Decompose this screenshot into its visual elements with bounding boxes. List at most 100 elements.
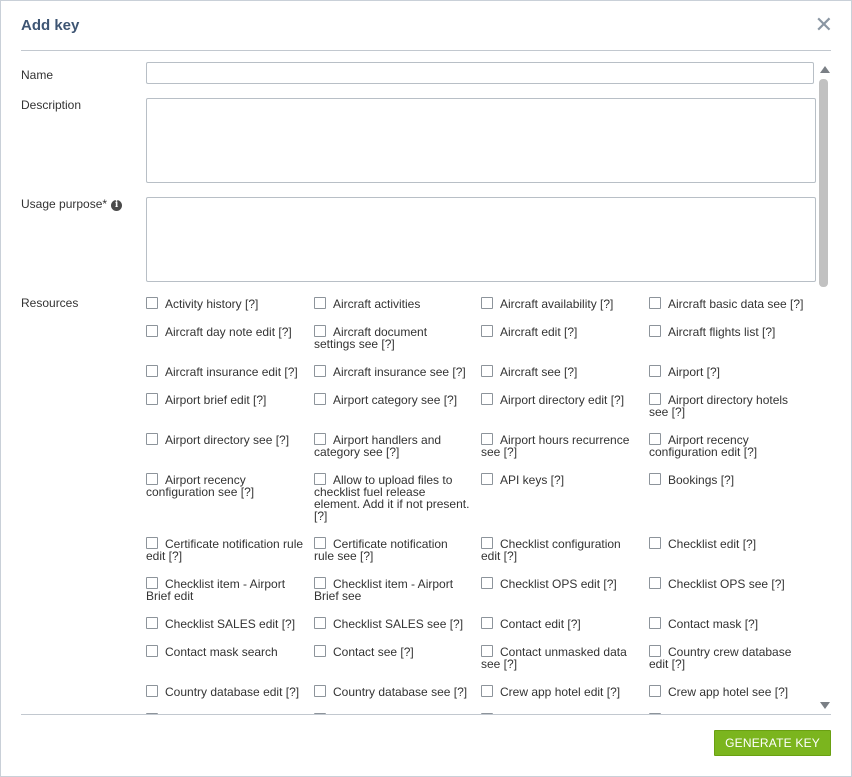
resource-checkbox[interactable] xyxy=(649,617,661,629)
resource-checkbox-item[interactable]: Certificate notification rule see [?] xyxy=(314,534,481,574)
resource-checkbox-item[interactable]: Checklist configuration edit [?] xyxy=(481,534,649,574)
resource-checkbox-item[interactable]: Airport [?] xyxy=(649,362,816,390)
resource-checkbox[interactable] xyxy=(481,617,493,629)
resource-checkbox[interactable] xyxy=(481,473,493,485)
resource-checkbox-item[interactable]: Airport directory see [?] xyxy=(146,430,314,470)
resource-checkbox-item[interactable]: Contact see [?] xyxy=(314,642,481,682)
name-input[interactable] xyxy=(146,62,814,84)
generate-key-button[interactable]: GENERATE KEY xyxy=(714,730,831,756)
resource-checkbox[interactable] xyxy=(481,537,493,549)
resource-checkbox[interactable] xyxy=(481,433,493,445)
resource-checkbox[interactable] xyxy=(146,577,158,589)
resource-checkbox[interactable] xyxy=(314,325,326,337)
resource-checkbox[interactable] xyxy=(649,433,661,445)
resource-checkbox[interactable] xyxy=(314,645,326,657)
scroll-up-arrow-icon[interactable] xyxy=(820,66,830,73)
resource-checkbox-item[interactable]: Aircraft day note edit [?] xyxy=(146,322,314,362)
resource-checkbox-item[interactable]: Allow to upload files to checklist fuel … xyxy=(314,470,481,534)
resource-checkbox[interactable] xyxy=(649,325,661,337)
resource-checkbox[interactable] xyxy=(649,297,661,309)
resource-checkbox-item[interactable]: Country database see [?] xyxy=(314,682,481,710)
resource-checkbox[interactable] xyxy=(314,685,326,697)
resource-checkbox[interactable] xyxy=(146,537,158,549)
vertical-scrollbar[interactable] xyxy=(818,63,831,713)
resource-checkbox[interactable] xyxy=(481,645,493,657)
resource-checkbox-item[interactable]: Aircraft basic data see [?] xyxy=(649,294,816,322)
close-icon[interactable]: ✕ xyxy=(815,13,833,37)
resource-checkbox-item[interactable]: Airport brief edit [?] xyxy=(146,390,314,430)
resource-checkbox-item[interactable]: Contact unmasked data see [?] xyxy=(481,642,649,682)
resource-checkbox-item[interactable]: Aircraft insurance edit [?] xyxy=(146,362,314,390)
resource-checkbox-item[interactable]: Checklist SALES edit [?] xyxy=(146,614,314,642)
resource-checkbox[interactable] xyxy=(146,617,158,629)
dialog-body: Name Description Usage purpose* i Resourc… xyxy=(1,51,817,714)
resource-checkbox-item[interactable]: API keys [?] xyxy=(481,470,649,534)
resource-checkbox-item[interactable]: Country database edit [?] xyxy=(146,682,314,710)
resource-checkbox[interactable] xyxy=(314,617,326,629)
resource-checkbox[interactable] xyxy=(146,297,158,309)
resource-checkbox-item[interactable]: Checklist OPS edit [?] xyxy=(481,574,649,614)
resource-checkbox-item[interactable]: Airport handlers and category see [?] xyxy=(314,430,481,470)
resource-checkbox[interactable] xyxy=(314,297,326,309)
resource-checkbox-item[interactable]: Aircraft document settings see [?] xyxy=(314,322,481,362)
resource-checkbox-item[interactable]: Aircraft activities xyxy=(314,294,481,322)
resource-checkbox-item[interactable]: Crew app hotel edit [?] xyxy=(481,682,649,710)
resource-checkbox[interactable] xyxy=(649,365,661,377)
resource-checkbox[interactable] xyxy=(314,473,326,485)
resource-checkbox[interactable] xyxy=(649,393,661,405)
resource-checkbox[interactable] xyxy=(481,685,493,697)
resource-checkbox[interactable] xyxy=(649,577,661,589)
resource-checkbox[interactable] xyxy=(314,537,326,549)
info-icon[interactable]: i xyxy=(111,200,123,211)
resource-checkbox-item[interactable]: Airport recency configuration edit [?] xyxy=(649,430,816,470)
resource-checkbox-item[interactable]: Contact mask [?] xyxy=(649,614,816,642)
resource-checkbox[interactable] xyxy=(481,393,493,405)
resource-checkbox[interactable] xyxy=(649,645,661,657)
resource-checkbox[interactable] xyxy=(314,433,326,445)
resource-checkbox-item[interactable]: Certificate notification rule edit [?] xyxy=(146,534,314,574)
resource-checkbox[interactable] xyxy=(481,325,493,337)
resource-checkbox-item[interactable]: Contact edit [?] xyxy=(481,614,649,642)
resource-checkbox-item[interactable]: Aircraft availability [?] xyxy=(481,294,649,322)
resource-checkbox-item[interactable]: Airport recency configuration see [?] xyxy=(146,470,314,534)
resource-checkbox-item[interactable]: Aircraft insurance see [?] xyxy=(314,362,481,390)
resource-checkbox[interactable] xyxy=(146,473,158,485)
resource-checkbox-item[interactable]: Crew app hotel see [?] xyxy=(649,682,816,710)
resource-checkbox[interactable] xyxy=(314,577,326,589)
resource-checkbox-item[interactable]: Checklist item - Airport Brief edit xyxy=(146,574,314,614)
resource-checkbox-item[interactable]: Contact mask search xyxy=(146,642,314,682)
usage-purpose-textarea[interactable] xyxy=(146,197,816,282)
resource-checkbox-item[interactable]: Airport hours recurrence see [?] xyxy=(481,430,649,470)
resource-checkbox[interactable] xyxy=(314,365,326,377)
description-textarea[interactable] xyxy=(146,98,816,183)
resource-label: Aircraft edit [?] xyxy=(500,325,578,339)
resource-checkbox[interactable] xyxy=(481,365,493,377)
resource-checkbox[interactable] xyxy=(146,685,158,697)
resource-checkbox-item[interactable]: Airport directory edit [?] xyxy=(481,390,649,430)
resource-checkbox-item[interactable]: Checklist item - Airport Brief see xyxy=(314,574,481,614)
resource-checkbox[interactable] xyxy=(146,325,158,337)
resource-checkbox-item[interactable]: Bookings [?] xyxy=(649,470,816,534)
resource-checkbox-item[interactable]: Activity history [?] xyxy=(146,294,314,322)
scroll-down-arrow-icon[interactable] xyxy=(820,702,830,709)
resource-checkbox[interactable] xyxy=(649,473,661,485)
resource-checkbox[interactable] xyxy=(146,365,158,377)
resource-checkbox[interactable] xyxy=(314,393,326,405)
resource-checkbox[interactable] xyxy=(481,297,493,309)
resource-checkbox[interactable] xyxy=(481,577,493,589)
resource-checkbox-item[interactable]: Aircraft flights list [?] xyxy=(649,322,816,362)
resource-checkbox-item[interactable]: Airport directory hotels see [?] xyxy=(649,390,816,430)
scroll-thumb[interactable] xyxy=(819,79,828,287)
resource-checkbox[interactable] xyxy=(649,537,661,549)
resource-checkbox-item[interactable]: Checklist OPS see [?] xyxy=(649,574,816,614)
resource-checkbox-item[interactable]: Airport category see [?] xyxy=(314,390,481,430)
resource-checkbox[interactable] xyxy=(146,393,158,405)
resource-checkbox[interactable] xyxy=(146,433,158,445)
resource-checkbox-item[interactable]: Checklist SALES see [?] xyxy=(314,614,481,642)
resource-checkbox-item[interactable]: Aircraft edit [?] xyxy=(481,322,649,362)
resource-checkbox-item[interactable]: Checklist edit [?] xyxy=(649,534,816,574)
resource-checkbox-item[interactable]: Country crew database edit [?] xyxy=(649,642,816,682)
resource-checkbox[interactable] xyxy=(649,685,661,697)
resource-checkbox-item[interactable]: Aircraft see [?] xyxy=(481,362,649,390)
resource-checkbox[interactable] xyxy=(146,645,158,657)
